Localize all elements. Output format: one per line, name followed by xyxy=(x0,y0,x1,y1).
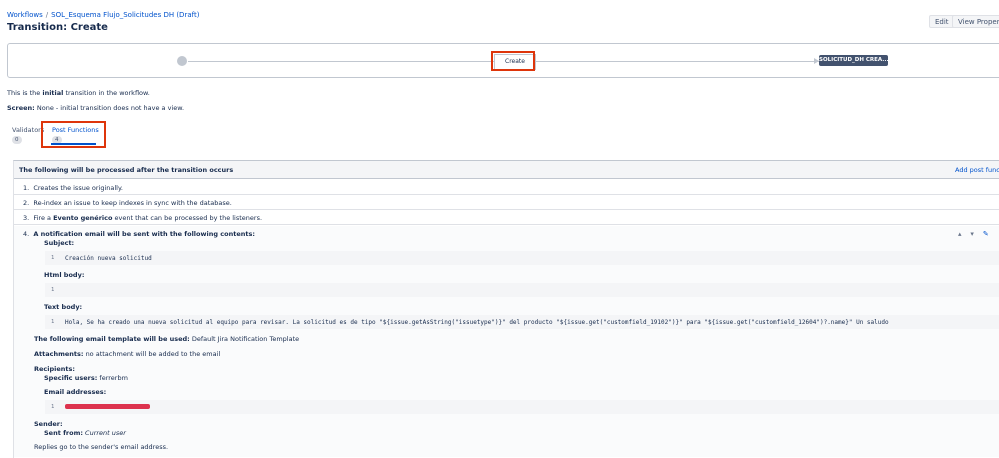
info-post: transition in the workflow. xyxy=(63,89,150,97)
row-actions: ▴ ▾ ✎ xyxy=(958,230,989,238)
breadcrumb-separator: / xyxy=(45,11,49,19)
initial-transition-note: This is the initial transition in the wo… xyxy=(7,89,150,97)
post-function-3: 3. Fire a Evento genérico event that can… xyxy=(23,214,262,222)
text-body-value: Hola, Se ha creado una nueva solicitud a… xyxy=(65,318,889,326)
list-item[interactable] xyxy=(14,180,999,195)
line-number: 1 xyxy=(51,404,55,410)
line-number: 1 xyxy=(51,255,55,261)
html-body-code-block: 1 xyxy=(45,283,999,297)
add-post-function-link[interactable]: Add post funct xyxy=(955,166,999,174)
item-number: 2. xyxy=(23,199,30,207)
sent-from-line: Sent from: Current user xyxy=(44,429,126,437)
tab-validators-label: Validators xyxy=(12,126,45,134)
attachments-line: Attachments: no attachment will be added… xyxy=(34,350,220,358)
pencil-icon[interactable]: ✎ xyxy=(983,230,989,238)
breadcrumb: Workflows / SOL_Esquema Flujo_Solicitudes … xyxy=(7,11,199,19)
sender-label: Sender: xyxy=(34,420,63,428)
target-status-node[interactable]: SOLICITUD_DH CREA... xyxy=(819,55,888,66)
event-name: Evento genérico xyxy=(53,214,113,222)
item-title: A notification email will be sent with t… xyxy=(33,230,255,238)
post-function-1: 1. Creates the issue originally. xyxy=(23,184,123,192)
page-title: Transition: Create xyxy=(7,22,108,33)
attachments-value: no attachment will be added to the email xyxy=(83,350,221,358)
item-number: 3. xyxy=(23,214,30,222)
view-properties-button[interactable]: View Propertie xyxy=(952,15,999,28)
sent-from-label: Sent from: xyxy=(44,429,83,437)
breadcrumb-workflow-link[interactable]: SOL_Esquema Flujo_Solicitudes DH (Draft) xyxy=(51,11,199,19)
item-number: 4. xyxy=(23,230,30,238)
initial-node xyxy=(177,56,187,66)
item-text-pre: Fire a xyxy=(33,214,54,222)
template-line: The following email template will be use… xyxy=(34,335,299,343)
post-functions-header-text: The following will be processed after th… xyxy=(19,166,234,174)
post-functions-highlight-box xyxy=(41,121,106,148)
edit-button[interactable]: Edit xyxy=(929,15,955,28)
specific-users-label: Specific users: xyxy=(44,374,98,382)
post-function-2: 2. Re-index an issue to keep indexes in … xyxy=(23,199,232,207)
attachments-label: Attachments: xyxy=(34,350,84,358)
screen-note: Screen: None - initial transition does n… xyxy=(7,104,184,112)
info-pre: This is the xyxy=(7,89,43,97)
tab-validators[interactable]: Validators 0 xyxy=(12,126,44,144)
screen-value: None - initial transition does not have … xyxy=(34,104,185,112)
text-body-code-block: 1 Hola, Se ha creado una nueva solicitud… xyxy=(45,315,999,329)
email-addresses-label: Email addresses: xyxy=(44,388,107,396)
post-function-4-title: 4. A notification email will be sent wit… xyxy=(23,230,255,238)
screen-label: Screen: xyxy=(7,104,35,112)
template-value: Default Jira Notification Template xyxy=(189,335,300,343)
text-body-label: Text body: xyxy=(44,303,83,311)
tab-validators-count: 0 xyxy=(12,136,22,144)
arrow-up-icon[interactable]: ▴ xyxy=(958,230,962,238)
subject-label: Subject: xyxy=(44,239,75,247)
recipients-label: Recipients: xyxy=(34,365,75,373)
item-text: Creates the issue originally. xyxy=(33,184,123,192)
line-number: 1 xyxy=(51,287,55,293)
html-body-label: Html body: xyxy=(44,271,85,279)
arrow-down-icon[interactable]: ▾ xyxy=(970,230,974,238)
specific-users-line: Specific users: ferrerbm xyxy=(44,374,128,382)
create-highlight-box xyxy=(491,51,535,71)
email-addresses-code-block: 1 xyxy=(45,400,999,414)
subject-code-block: 1 Creación nueva solicitud xyxy=(45,251,999,265)
subject-value: Creación nueva solicitud xyxy=(65,254,152,262)
item-text-post: event that can be processed by the liste… xyxy=(112,214,263,222)
item-text: Re-index an issue to keep indexes in syn… xyxy=(33,199,232,207)
item-number: 1. xyxy=(23,184,30,192)
specific-users-value: ferrerbm xyxy=(97,374,128,382)
info-initial: initial xyxy=(42,89,64,97)
template-label: The following email template will be use… xyxy=(34,335,190,343)
breadcrumb-workflows-link[interactable]: Workflows xyxy=(7,11,43,19)
sent-from-value: Current user xyxy=(85,429,126,437)
replies-note: Replies go to the sender's email address… xyxy=(34,443,169,451)
redacted-email xyxy=(65,404,150,409)
line-number: 1 xyxy=(51,319,55,325)
